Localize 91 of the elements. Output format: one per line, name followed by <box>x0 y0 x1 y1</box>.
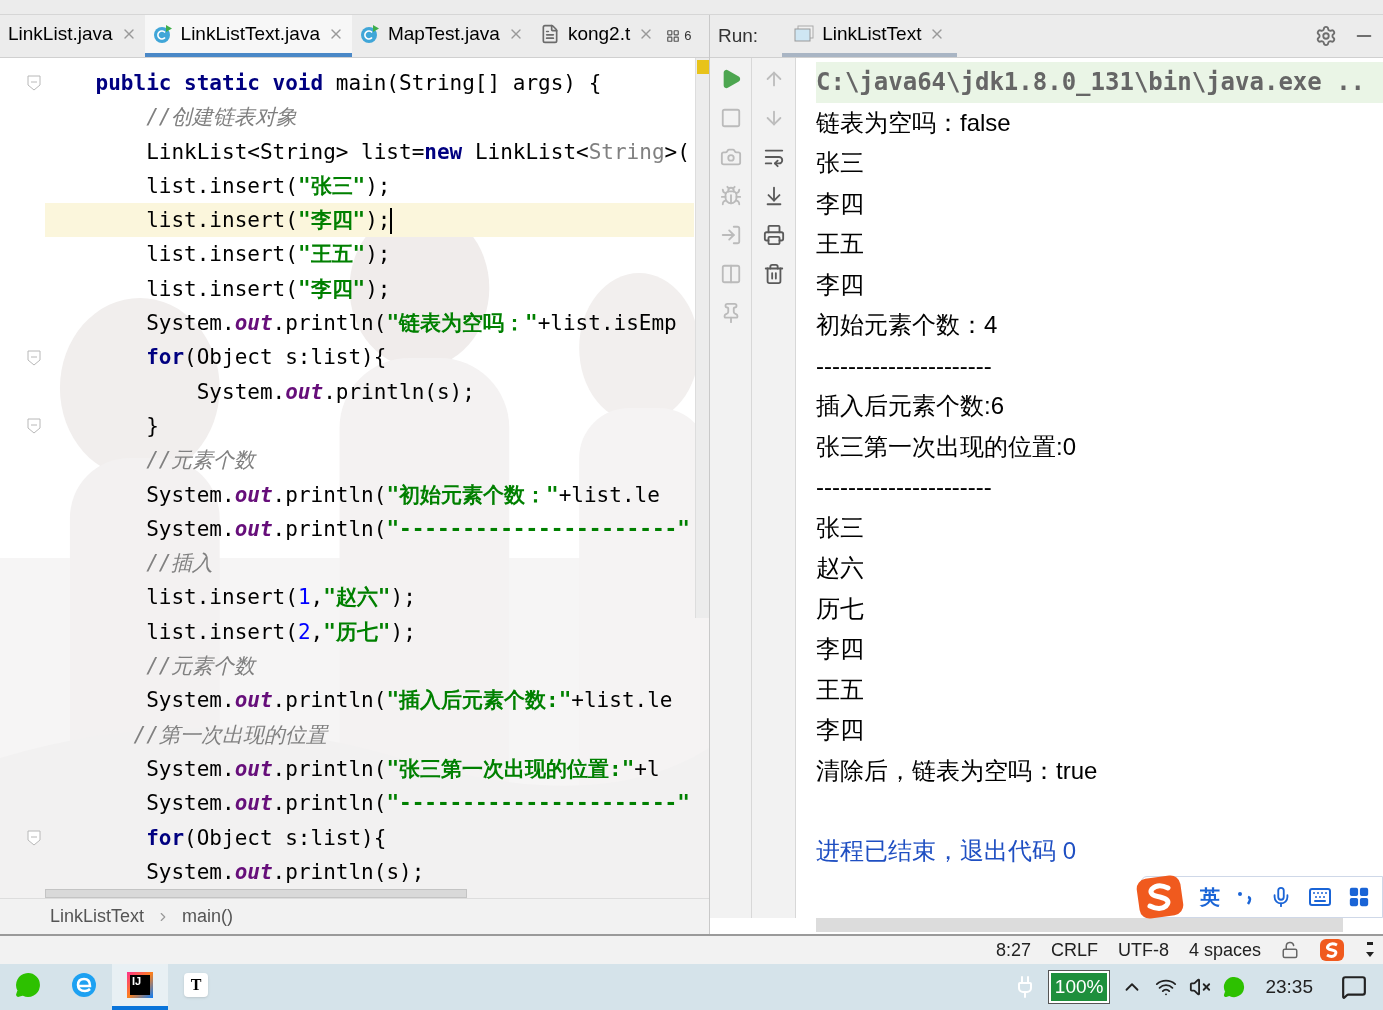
horizontal-scrollbar[interactable] <box>816 918 1343 932</box>
fold-marker-icon[interactable] <box>27 75 41 92</box>
muted-speaker-icon[interactable] <box>1189 976 1212 998</box>
stop-icon[interactable] <box>719 107 742 129</box>
input-mode-toggle[interactable]: 英 <box>1200 882 1220 912</box>
code-line: System.out.println(s); <box>145 858 426 886</box>
console-icon <box>794 25 815 43</box>
sogou-logo-icon[interactable] <box>1136 875 1184 919</box>
code-line: System.out.println("----------------------" <box>145 790 691 818</box>
console-line: 李四 <box>816 715 865 745</box>
class-file-icon <box>152 24 173 44</box>
editor-tab[interactable]: LinkList.java <box>0 15 145 57</box>
browser-icon <box>71 972 97 998</box>
trash-icon[interactable] <box>762 263 785 285</box>
code-line: //创建链表对象 <box>145 104 299 132</box>
console-line: 历七 <box>816 593 865 624</box>
settings-icon[interactable] <box>1315 25 1337 47</box>
horizontal-scrollbar[interactable] <box>45 889 467 898</box>
console-line: 进程已结束，退出代码 0 <box>816 836 1077 866</box>
layout-icon[interactable] <box>719 263 742 285</box>
breadcrumb-item[interactable]: main() <box>182 903 234 930</box>
code-line: System.out.println("插入后元素个数:"+list.le <box>145 687 674 715</box>
taskbar-app[interactable]: IJ <box>112 964 168 1010</box>
code-line: //元素个数 <box>145 447 258 475</box>
notification-icon[interactable] <box>1341 974 1367 1000</box>
print-icon[interactable] <box>762 224 785 246</box>
sogou-logo-icon[interactable] <box>1319 938 1345 962</box>
grid-icon[interactable] <box>1348 886 1370 908</box>
tab-overflow-button[interactable]: 6 <box>662 15 696 57</box>
editor-tab[interactable]: MapTest.java <box>351 15 532 57</box>
code-line: System.out.println("链表为空吗："+list.isEmp <box>145 310 678 338</box>
console-line: 李四 <box>816 634 865 664</box>
code-line: list.insert(2,"历七"); <box>145 618 417 646</box>
code-line: System.out.println(s); <box>195 378 476 406</box>
text-cursor <box>390 208 393 235</box>
run-label: Run: <box>718 23 759 48</box>
code-line: System.out.println("张三第一次出现的位置:"+l <box>145 755 661 783</box>
keyboard-icon[interactable] <box>1308 885 1332 909</box>
console-line: 赵六 <box>816 553 865 583</box>
console-line: 张三第一次出现的位置:0 <box>816 431 1077 462</box>
status-item[interactable]: CRLF <box>1050 936 1098 964</box>
editor-tab[interactable]: kong2.t <box>531 15 663 57</box>
status-item[interactable]: 4 spaces <box>1188 936 1261 964</box>
console-line: 张三 <box>816 148 865 178</box>
code-line: //元素个数 <box>145 653 258 681</box>
typora-app-icon: T <box>184 973 208 997</box>
fold-marker-icon[interactable] <box>27 349 41 366</box>
chat-icon <box>15 972 41 998</box>
code-line: for(Object s:list){ <box>145 344 388 372</box>
code-line: System.out.println("----------------------" <box>145 515 691 543</box>
code-line: public static void main(String[] args) { <box>94 70 603 97</box>
punctuation-icon[interactable] <box>1236 889 1254 905</box>
code-line: list.insert("王五"); <box>145 241 392 269</box>
code-line: } <box>145 412 160 440</box>
breadcrumb-item[interactable]: LinkListText <box>50 903 145 930</box>
class-file-icon <box>359 24 380 44</box>
console-line: 李四 <box>816 188 865 219</box>
unlock-icon[interactable] <box>1281 941 1299 959</box>
run-tab[interactable]: LinkListText <box>782 15 958 57</box>
bug-icon[interactable] <box>719 185 742 207</box>
warning-marker <box>697 60 709 74</box>
clock-time[interactable]: 23:35 <box>1265 972 1313 1002</box>
code-line: System.out.println("初始元素个数："+list.le <box>145 481 661 509</box>
console-line: 插入后元素个数:6 <box>816 391 1005 421</box>
taskbar-app[interactable]: T <box>168 964 224 1010</box>
code-line: list.insert(1,"赵六"); <box>145 584 417 612</box>
console-line: 清除后，链表为空吗：true <box>816 755 1099 786</box>
code-line: //第一次出现的位置 <box>132 721 330 749</box>
code-line: list.insert("张三"); <box>145 172 392 200</box>
console-line: ---------------------- <box>816 472 993 502</box>
ide-app-icon: IJ <box>127 972 153 998</box>
fold-marker-icon[interactable] <box>27 418 41 435</box>
console-line: 链表为空吗：false <box>816 107 1012 138</box>
code-line: for(Object s:list){ <box>145 824 388 852</box>
camera-icon[interactable] <box>719 146 742 168</box>
code-line: list.insert("李四"); <box>145 275 392 303</box>
fold-marker-icon[interactable] <box>27 829 41 846</box>
status-item[interactable]: UTF-8 <box>1117 936 1169 964</box>
console-line: ---------------------- <box>816 350 993 381</box>
battery-indicator[interactable]: 100% <box>1048 970 1110 1004</box>
console-line: 张三 <box>816 512 865 543</box>
console-line: 王五 <box>816 674 865 705</box>
code-line: LinkList<String> list=new LinkList<String>( <box>145 138 691 166</box>
chat-icon[interactable] <box>1223 976 1246 998</box>
status-item[interactable]: 8:27 <box>995 936 1031 964</box>
login-icon[interactable] <box>719 224 742 246</box>
console-line: 王五 <box>816 229 865 259</box>
console-line: 李四 <box>816 269 865 300</box>
console-line: 初始元素个数：4 <box>816 310 999 340</box>
code-line: //插入 <box>145 550 215 578</box>
editor-tab[interactable]: LinkListText.java <box>144 15 352 57</box>
